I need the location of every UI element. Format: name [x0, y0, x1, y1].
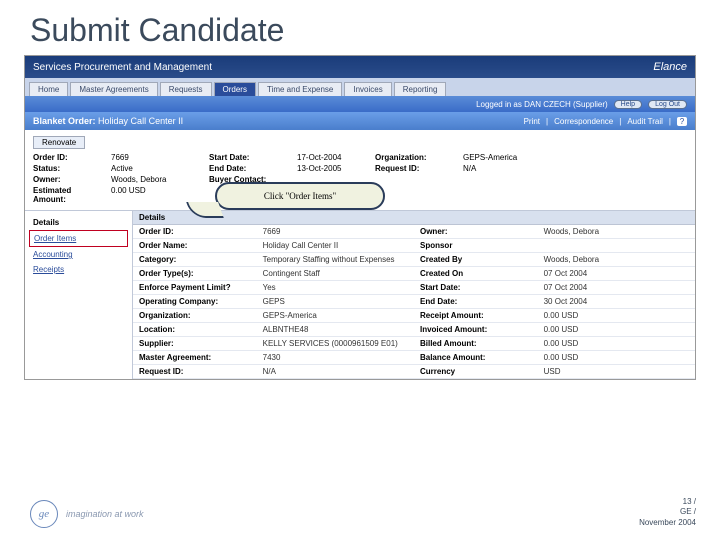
sidebar-item-order-items[interactable]: Order Items: [29, 230, 128, 247]
tab-orders[interactable]: Orders: [214, 82, 256, 96]
order-id-value: 7669: [111, 153, 201, 162]
page-number: 13 /: [639, 497, 696, 507]
tab-master-agreements[interactable]: Master Agreements: [70, 82, 157, 96]
details-table: Order ID:7669Owner:Woods, DeboraOrder Na…: [133, 225, 695, 379]
tab-bar: Home Master Agreements Requests Orders T…: [25, 78, 695, 96]
sidebar-item-receipts[interactable]: Receipts: [29, 262, 128, 277]
owner-value: Woods, Debora: [111, 175, 201, 184]
print-link[interactable]: Print: [524, 117, 540, 126]
table-row: Category:Temporary Staffing without Expe…: [133, 253, 695, 267]
organization-value: GEPS-America: [463, 153, 523, 162]
ge-logo-icon: ge: [30, 500, 58, 528]
details-wrap: Details Order Items Accounting Receipts …: [25, 211, 695, 379]
estimated-amount-label: Estimated Amount:: [33, 186, 103, 204]
order-id-label: Order ID:: [33, 153, 103, 162]
side-nav: Details Order Items Accounting Receipts: [25, 211, 133, 379]
tab-time-expense[interactable]: Time and Expense: [258, 82, 342, 96]
table-row: Location:ALBNTHE48Invoiced Amount:0.00 U…: [133, 323, 695, 337]
tab-invoices[interactable]: Invoices: [344, 82, 391, 96]
table-row: Supplier:KELLY SERVICES (0000961509 E01)…: [133, 337, 695, 351]
table-row: Order Type(s):Contingent StaffCreated On…: [133, 267, 695, 281]
tab-home[interactable]: Home: [29, 82, 68, 96]
brand-logo: Elance: [653, 61, 687, 73]
order-title-value: Holiday Call Center II: [98, 116, 183, 126]
table-row: Request ID:N/ACurrencyUSD: [133, 365, 695, 379]
footer-date: November 2004: [639, 518, 696, 528]
sidebar-item-accounting[interactable]: Accounting: [29, 247, 128, 262]
slide-title: Submit Candidate: [0, 0, 720, 55]
status-label: Status:: [33, 164, 103, 173]
details-main: Details Order ID:7669Owner:Woods, Debora…: [133, 211, 695, 379]
renovate-button[interactable]: Renovate: [33, 136, 85, 149]
order-title-label: Blanket Order:: [33, 116, 96, 126]
footer-ge: GE /: [639, 507, 696, 517]
request-id-label: Request ID:: [375, 164, 455, 173]
correspondence-link[interactable]: Correspondence: [554, 117, 613, 126]
end-date-value: 13-Oct-2005: [297, 164, 367, 173]
request-id-value: N/A: [463, 164, 523, 173]
help-icon[interactable]: ?: [677, 117, 687, 126]
start-date-value: 17-Oct-2004: [297, 153, 367, 162]
status-value: Active: [111, 164, 201, 173]
end-date-label: End Date:: [209, 164, 289, 173]
instruction-callout: Click "Order Items": [215, 182, 385, 210]
app-title: Services Procurement and Management: [33, 62, 212, 73]
table-row: Order ID:7669Owner:Woods, Debora: [133, 225, 695, 239]
order-header-bar: Blanket Order: Holiday Call Center II Pr…: [25, 112, 695, 130]
sub-bar: Logged in as DAN CZECH (Supplier) Help L…: [25, 96, 695, 112]
app-header: Services Procurement and Management Elan…: [25, 56, 695, 78]
help-button[interactable]: Help: [614, 100, 642, 109]
table-row: Master Agreement:7430Balance Amount:0.00…: [133, 351, 695, 365]
audit-trail-link[interactable]: Audit Trail: [627, 117, 663, 126]
organization-label: Organization:: [375, 153, 455, 162]
sidebar-item-details[interactable]: Details: [29, 215, 128, 230]
owner-label: Owner:: [33, 175, 103, 184]
table-row: Organization:GEPS-AmericaReceipt Amount:…: [133, 309, 695, 323]
logout-button[interactable]: Log Out: [648, 100, 687, 109]
slide-footer: ge imagination at work 13 / GE / Novembe…: [30, 497, 696, 528]
table-row: Order Name:Holiday Call Center IISponsor: [133, 239, 695, 253]
tab-requests[interactable]: Requests: [160, 82, 212, 96]
table-row: Enforce Payment Limit?YesStart Date:07 O…: [133, 281, 695, 295]
start-date-label: Start Date:: [209, 153, 289, 162]
app-window: Services Procurement and Management Elan…: [24, 55, 696, 380]
logged-in-text: Logged in as DAN CZECH (Supplier): [476, 100, 608, 109]
footer-tagline: imagination at work: [66, 509, 144, 519]
summary-panel: Renovate Order ID: 7669 Start Date: 17-O…: [25, 130, 695, 211]
table-row: Operating Company:GEPSEnd Date:30 Oct 20…: [133, 295, 695, 309]
tab-reporting[interactable]: Reporting: [394, 82, 447, 96]
